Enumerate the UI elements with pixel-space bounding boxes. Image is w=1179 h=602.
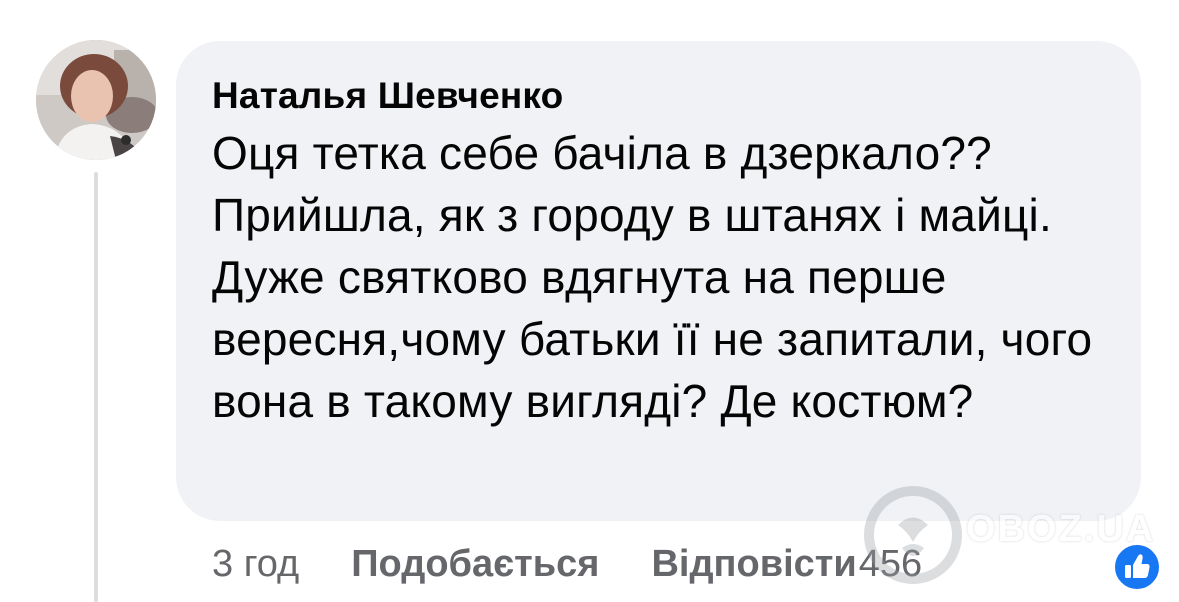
comment-actions: 3 год Подобається Відповісти 456	[212, 536, 922, 592]
comment-text: Оця тетка себе бачіла в дзеркало?? Прийш…	[212, 127, 1093, 427]
like-button[interactable]: Подобається	[351, 543, 599, 586]
comment-bubble: Наталья Шевченко Оця тетка себе бачіла в…	[176, 41, 1141, 521]
like-thumb-icon[interactable]	[1112, 542, 1162, 592]
avatar[interactable]	[36, 40, 156, 160]
avatar-photo	[36, 40, 156, 160]
comment-timestamp[interactable]: 3 год	[212, 543, 299, 586]
reaction-count[interactable]: 456	[859, 543, 922, 586]
like-thumb-glyph	[1125, 554, 1150, 578]
comment-author[interactable]: Наталья Шевченко	[212, 72, 1105, 120]
reply-thread-line	[94, 172, 98, 602]
reply-button[interactable]: Відповісти	[651, 543, 856, 586]
comment-screenshot: Наталья Шевченко Оця тетка себе бачіла в…	[0, 0, 1179, 602]
